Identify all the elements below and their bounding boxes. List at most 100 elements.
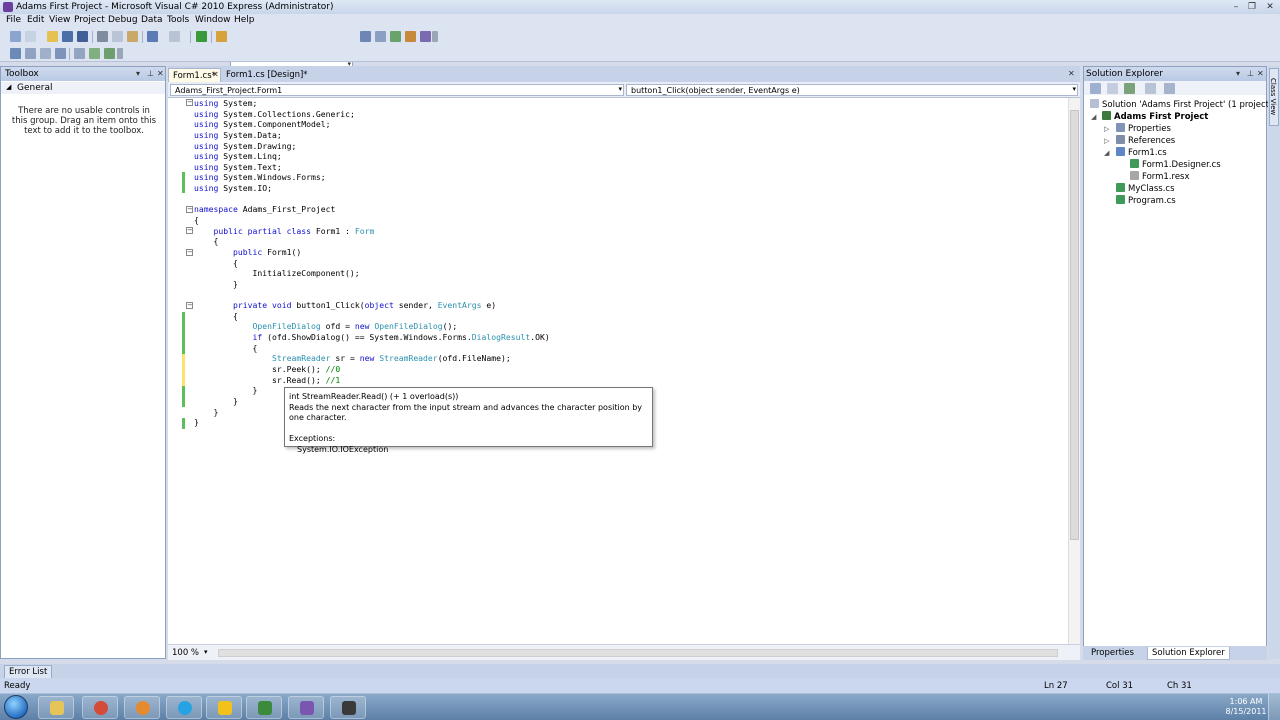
- menu-window[interactable]: Window: [195, 15, 231, 25]
- code-line[interactable]: using System;: [194, 98, 550, 109]
- code-line[interactable]: {: [194, 343, 550, 354]
- code-line[interactable]: public Form1(): [194, 247, 550, 258]
- code-line[interactable]: OpenFileDialog ofd = new OpenFileDialog(…: [194, 321, 550, 332]
- show-all-files-icon[interactable]: [1107, 83, 1118, 94]
- menu-debug[interactable]: Debug: [108, 15, 138, 25]
- start-page-icon[interactable]: [420, 31, 431, 42]
- tab-error-list[interactable]: Error List: [4, 665, 53, 679]
- horizontal-scrollbar[interactable]: [218, 649, 1058, 657]
- tree-item-solution[interactable]: Solution 'Adams First Project' (1 projec…: [1090, 99, 1272, 110]
- maximize-button[interactable]: ❐: [1246, 1, 1258, 13]
- solution-explorer-icon[interactable]: [360, 31, 371, 42]
- close-icon[interactable]: ✕: [157, 69, 164, 78]
- code-line[interactable]: public partial class Form1 : Form: [194, 226, 550, 237]
- properties-window-icon[interactable]: [375, 31, 386, 42]
- vertical-scrollbar[interactable]: [1068, 98, 1080, 644]
- cut-icon[interactable]: [97, 31, 108, 42]
- expand-triangle-icon[interactable]: ▷: [1104, 125, 1109, 133]
- quick-info-icon[interactable]: [40, 48, 51, 59]
- fold-toggle-icon[interactable]: −: [186, 302, 193, 309]
- type-combo[interactable]: Adams_First_Project.Form1 ▾: [170, 84, 624, 96]
- tree-item-program[interactable]: Program.cs: [1116, 195, 1176, 206]
- redo-icon[interactable]: [169, 31, 180, 42]
- chevron-down-icon[interactable]: ▾: [1072, 85, 1076, 93]
- chevron-down-icon[interactable]: ▾: [204, 648, 208, 656]
- fold-toggle-icon[interactable]: −: [186, 99, 193, 106]
- taskbar-aim[interactable]: [206, 696, 242, 719]
- code-line[interactable]: StreamReader sr = new StreamReader(ofd.F…: [194, 353, 550, 364]
- tree-item-form1-designer[interactable]: Form1.Designer.cs: [1130, 159, 1221, 170]
- code-line[interactable]: using System.Drawing;: [194, 141, 550, 152]
- start-button[interactable]: [4, 695, 28, 719]
- uncomment-lines-icon[interactable]: [104, 48, 115, 59]
- code-line[interactable]: InitializeComponent();: [194, 268, 550, 279]
- code-editor[interactable]: − − − − − using System; using System.Coll…: [168, 98, 1080, 644]
- code-line[interactable]: {: [194, 311, 550, 322]
- tab-form1-design[interactable]: Form1.cs [Design]*: [222, 68, 312, 82]
- menu-tools[interactable]: Tools: [167, 15, 189, 25]
- view-designer-icon[interactable]: [1164, 83, 1175, 94]
- fold-toggle-icon[interactable]: −: [186, 227, 193, 234]
- taskbar-skype[interactable]: [166, 696, 202, 719]
- taskbar-firefox[interactable]: [124, 696, 160, 719]
- start-debugging-icon[interactable]: [196, 31, 207, 42]
- code-line[interactable]: using System.Collections.Generic;: [194, 109, 550, 120]
- window-position-icon[interactable]: ▾: [136, 69, 140, 78]
- menu-edit[interactable]: Edit: [27, 15, 44, 25]
- save-all-icon[interactable]: [77, 31, 88, 42]
- object-browser-icon[interactable]: [390, 31, 401, 42]
- properties-icon[interactable]: [1090, 83, 1101, 94]
- add-item-icon[interactable]: [25, 31, 36, 42]
- toolbox-icon[interactable]: [405, 31, 416, 42]
- code-line[interactable]: {: [194, 236, 550, 247]
- code-line[interactable]: using System.Text;: [194, 162, 550, 173]
- tree-item-myclass[interactable]: MyClass.cs: [1116, 183, 1175, 194]
- refresh-icon[interactable]: [1124, 83, 1135, 94]
- open-file-icon[interactable]: [47, 31, 58, 42]
- toolbar-options-icon[interactable]: [117, 48, 123, 59]
- pin-icon[interactable]: ⊥: [147, 69, 154, 78]
- code-line[interactable]: using System.IO;: [194, 183, 550, 194]
- menu-view[interactable]: View: [49, 15, 70, 25]
- taskbar-visual-csharp[interactable]: [246, 696, 282, 719]
- paste-icon[interactable]: [127, 31, 138, 42]
- code-line[interactable]: namespace Adams_First_Project: [194, 204, 550, 215]
- code-line[interactable]: {: [194, 258, 550, 269]
- comment-lines-icon[interactable]: [89, 48, 100, 59]
- find-in-files-icon[interactable]: [216, 31, 227, 42]
- code-line[interactable]: using System.Data;: [194, 130, 550, 141]
- code-line[interactable]: }: [194, 279, 550, 290]
- toolbox-group-general[interactable]: ◢ General: [1, 82, 165, 94]
- code-text[interactable]: using System; using System.Collections.Ge…: [194, 98, 550, 428]
- copy-icon[interactable]: [112, 31, 123, 42]
- display-object-member-list-icon[interactable]: [10, 48, 21, 59]
- taskbar-chrome[interactable]: [82, 696, 118, 719]
- code-line[interactable]: using System.Linq;: [194, 151, 550, 162]
- close-icon[interactable]: ✕: [1257, 69, 1264, 78]
- toolbar-options-icon[interactable]: [432, 31, 438, 42]
- tab-class-view[interactable]: Class View: [1269, 68, 1279, 126]
- scroll-thumb[interactable]: [1070, 110, 1079, 540]
- collapse-triangle-icon[interactable]: ◢: [6, 83, 11, 91]
- code-line[interactable]: sr.Read(); //1: [194, 375, 550, 386]
- decrease-indent-icon[interactable]: [74, 48, 85, 59]
- tree-item-project[interactable]: Adams First Project: [1102, 111, 1208, 122]
- collapse-triangle-icon[interactable]: ◢: [1091, 113, 1096, 121]
- tab-properties[interactable]: Properties: [1087, 647, 1138, 660]
- menu-data[interactable]: Data: [141, 15, 163, 25]
- taskbar-clock[interactable]: 1:06 AM 8/15/2011: [1222, 697, 1270, 717]
- code-line[interactable]: if (ofd.ShowDialog() == System.Windows.F…: [194, 332, 549, 343]
- show-desktop-button[interactable]: [1268, 694, 1280, 720]
- code-line[interactable]: using System.Windows.Forms;: [194, 172, 550, 183]
- member-combo[interactable]: button1_Click(object sender, EventArgs e…: [626, 84, 1078, 96]
- taskbar-app[interactable]: [330, 696, 366, 719]
- parameter-info-icon[interactable]: [25, 48, 36, 59]
- code-line[interactable]: [194, 290, 550, 301]
- complete-word-icon[interactable]: [55, 48, 66, 59]
- code-line[interactable]: {: [194, 215, 550, 226]
- zoom-level[interactable]: 100 %: [172, 648, 199, 658]
- save-icon[interactable]: [62, 31, 73, 42]
- close-tab-icon[interactable]: ✕: [212, 70, 219, 79]
- tab-solution-explorer[interactable]: Solution Explorer: [1147, 647, 1230, 660]
- menu-help[interactable]: Help: [234, 15, 255, 25]
